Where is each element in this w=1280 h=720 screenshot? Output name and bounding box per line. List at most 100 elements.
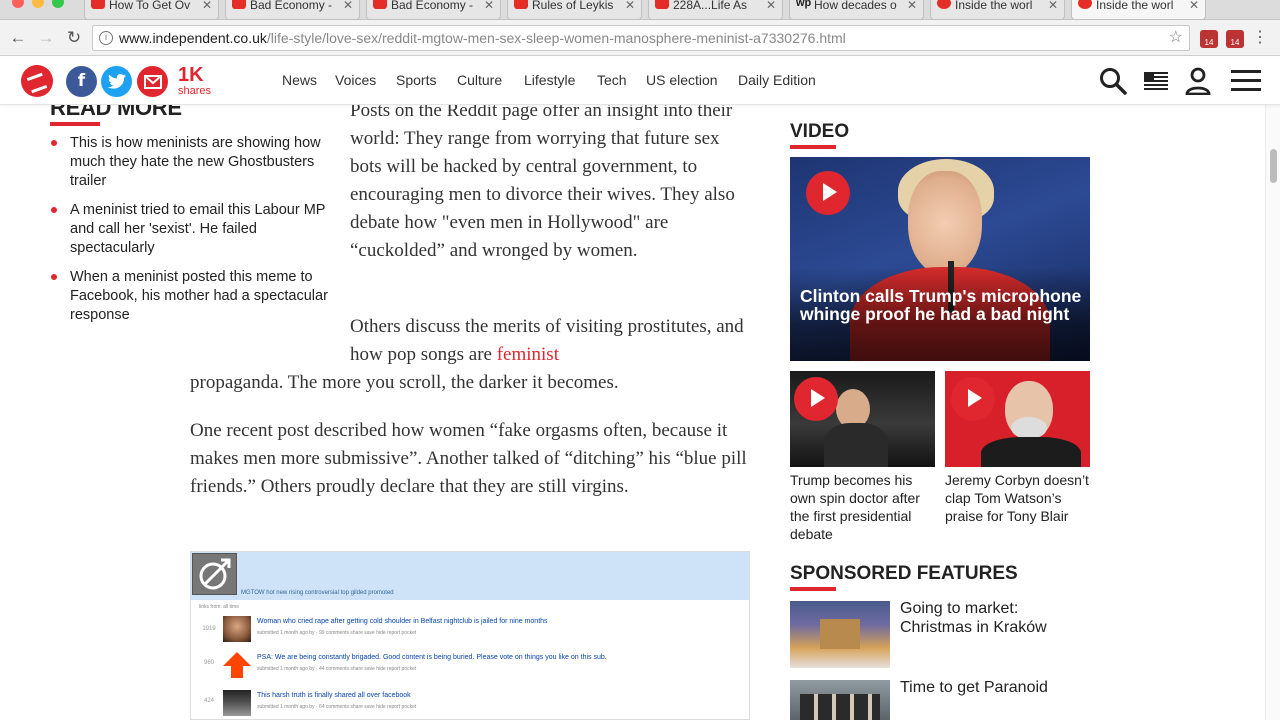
tab-title: Rules of Leykis — [532, 0, 614, 12]
nav-us-election[interactable]: US election — [646, 72, 718, 88]
forward-arrow-icon[interactable]: → — [36, 28, 56, 48]
facebook-icon: f — [77, 71, 86, 91]
read-more-link[interactable]: This is how meninists are showing how mu… — [70, 134, 332, 191]
info-icon[interactable]: i — [99, 31, 113, 45]
nav-voices[interactable]: Voices — [335, 72, 376, 88]
extension-badge: 14 — [1204, 38, 1214, 47]
read-more-link[interactable]: A meninist tried to email this Labour MP… — [70, 201, 332, 258]
twitter-icon — [107, 74, 126, 89]
youtube-icon — [91, 0, 105, 9]
building-image — [820, 619, 860, 649]
browser-tab-active[interactable]: Inside the worl ✕ — [1071, 0, 1206, 20]
page-content: READ MORE This is how meninists are show… — [0, 105, 1280, 720]
reddit-screenshot-image: MGTOW hot new rising controversial top g… — [190, 551, 750, 720]
hamburger-menu-icon[interactable] — [1231, 70, 1261, 92]
browser-toolbar: ← → ↻ i www.independent.co.uk/life-style… — [0, 20, 1280, 56]
list-bullet — [51, 140, 57, 146]
video-caption[interactable]: Trump becomes his own spin doctor after … — [790, 471, 935, 543]
reddit-thumbnail — [223, 616, 251, 642]
nav-sports[interactable]: Sports — [396, 72, 436, 88]
browser-tab[interactable]: How To Get Ov ✕ — [84, 0, 219, 20]
reddit-links-from: links from: all time — [199, 604, 240, 610]
tab-close-icon[interactable]: ✕ — [625, 0, 635, 13]
video-section-heading: VIDEO — [790, 121, 850, 142]
address-bar[interactable]: i www.independent.co.uk/life-style/love-… — [92, 25, 1190, 51]
sponsored-thumbnail[interactable] — [790, 680, 890, 720]
youtube-icon — [232, 0, 246, 9]
reddit-tabs: MGTOW hot new rising controversial top g… — [241, 590, 394, 596]
independent-logo[interactable] — [21, 65, 53, 97]
nav-daily-edition[interactable]: Daily Edition — [738, 72, 816, 88]
play-button-icon[interactable] — [806, 171, 850, 215]
tab-title: How To Get Ov — [109, 0, 191, 12]
url-path: /life-style/love-sex/reddit-mgtow-men-se… — [266, 30, 846, 46]
feminist-link[interactable]: feminist — [497, 344, 559, 365]
play-button-icon[interactable] — [794, 377, 838, 421]
nav-news[interactable]: News — [282, 72, 317, 88]
twitter-share-button[interactable] — [101, 66, 132, 97]
reddit-post-meta: submitted 1 month ago by · 44 comments s… — [257, 666, 417, 672]
back-arrow-icon[interactable]: ← — [8, 28, 28, 48]
browser-tab[interactable]: Rules of Leykis ✕ — [507, 0, 642, 20]
reddit-vote-count: 960 — [203, 660, 214, 666]
nav-tech[interactable]: Tech — [597, 72, 627, 88]
extension-icon[interactable]: 14 — [1200, 30, 1218, 48]
browser-tab[interactable]: Bad Economy - ✕ — [225, 0, 360, 20]
scrollbar-thumb[interactable] — [1270, 149, 1277, 183]
facebook-share-button[interactable]: f — [66, 66, 97, 97]
nav-lifestyle[interactable]: Lifestyle — [524, 72, 575, 88]
browser-tab[interactable]: 228A...Life As ✕ — [648, 0, 783, 20]
nav-culture[interactable]: Culture — [457, 72, 502, 88]
user-account-icon[interactable] — [1185, 67, 1211, 95]
browser-menu-icon[interactable]: ⋮ — [1252, 28, 1268, 48]
reddit-post-title: This harsh truth is finally shared all o… — [257, 692, 411, 699]
reddit-post-meta: submitted 1 month ago by · 64 comments s… — [257, 704, 417, 710]
list-bullet — [51, 274, 57, 280]
url-domain: www.independent.co.uk — [119, 30, 267, 46]
reddit-post-title: PSA: We are being constantly brigaded. G… — [257, 654, 607, 661]
window-close-button[interactable] — [12, 0, 24, 8]
window-minimize-button[interactable] — [32, 0, 44, 8]
search-icon[interactable] — [1099, 67, 1127, 95]
heading-underline — [790, 587, 836, 591]
browser-tab[interactable]: wp How decades o ✕ — [789, 0, 924, 20]
sponsored-title[interactable]: Going to market: Christmas in Kraków — [900, 599, 1085, 637]
share-label: shares — [178, 85, 212, 97]
bookmark-star-icon[interactable]: ☆ — [1169, 26, 1183, 50]
main-video-thumbnail[interactable]: Clinton calls Trump's microphone whinge … — [790, 157, 1090, 361]
reload-icon[interactable]: ↻ — [64, 28, 84, 48]
us-flag-icon[interactable] — [1144, 72, 1168, 90]
tab-close-icon[interactable]: ✕ — [484, 0, 494, 13]
tab-close-icon[interactable]: ✕ — [766, 0, 776, 13]
window-zoom-button[interactable] — [52, 0, 64, 8]
email-share-button[interactable] — [137, 66, 168, 97]
video-thumbnail-image — [1011, 417, 1047, 439]
independent-icon — [937, 0, 951, 9]
youtube-icon — [373, 0, 387, 9]
video-thumbnail[interactable] — [790, 371, 935, 467]
main-video-caption[interactable]: Clinton calls Trump's microphone whinge … — [800, 287, 1086, 323]
tab-close-icon[interactable]: ✕ — [907, 0, 917, 13]
site-header: f 1K shares News Voices Sports Culture L… — [0, 57, 1280, 105]
page-scrollbar[interactable] — [1265, 105, 1280, 720]
browser-tab[interactable]: Inside the worl ✕ — [930, 0, 1065, 20]
extension-icon[interactable]: 14 — [1226, 30, 1244, 48]
heading-underline — [50, 122, 100, 126]
tab-close-icon[interactable]: ✕ — [343, 0, 353, 13]
browser-tab[interactable]: Bad Economy - ✕ — [366, 0, 501, 20]
wp-icon: wp — [796, 0, 812, 9]
tab-close-icon[interactable]: ✕ — [1048, 0, 1058, 13]
tab-close-icon[interactable]: ✕ — [1189, 0, 1199, 13]
reddit-post-meta: submitted 1 month ago by · 99 comments s… — [257, 630, 417, 636]
independent-icon — [1078, 0, 1092, 9]
read-more-link[interactable]: When a meninist posted this meme to Face… — [70, 268, 332, 325]
play-button-icon[interactable] — [951, 377, 995, 421]
sponsored-thumbnail[interactable] — [790, 601, 890, 668]
sponsored-title[interactable]: Time to get Paranoid — [900, 678, 1085, 697]
tab-close-icon[interactable]: ✕ — [202, 0, 212, 13]
article-paragraph: One recent post described how women “fak… — [190, 420, 747, 497]
video-thumbnail[interactable] — [945, 371, 1090, 467]
sponsored-section-heading: SPONSORED FEATURES — [790, 563, 1018, 584]
video-caption[interactable]: Jeremy Corbyn doesn’t clap Tom Watson’s … — [945, 471, 1090, 525]
tab-title: Bad Economy - — [250, 0, 333, 12]
